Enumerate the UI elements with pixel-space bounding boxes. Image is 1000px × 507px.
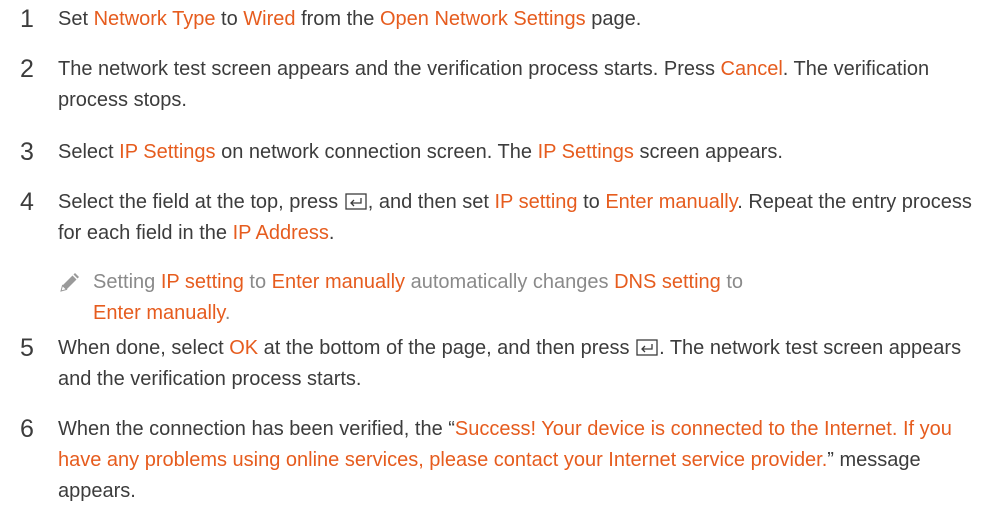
text-run: to <box>577 191 606 213</box>
step-text: Select the field at the top, press , and… <box>58 187 983 249</box>
text-run: Setting <box>93 271 161 293</box>
text-run: Set <box>58 8 94 30</box>
highlighted-term: IP setting <box>160 271 244 293</box>
step-text: Select IP Settings on network connection… <box>58 137 983 168</box>
pencil-icon <box>58 272 80 294</box>
highlighted-term: DNS setting <box>614 271 721 293</box>
text-run: page. <box>585 8 642 30</box>
text-run: The network test screen appears and the … <box>58 58 721 80</box>
step-text: The network test screen appears and the … <box>58 54 983 116</box>
highlighted-term: IP Settings <box>119 141 216 163</box>
text-run: on network connection screen. The <box>215 141 538 163</box>
highlighted-term: IP setting <box>494 191 578 213</box>
text-run: , and then set <box>367 191 495 213</box>
highlighted-term: IP Settings <box>537 141 634 163</box>
step-text: When the connection has been verified, t… <box>58 414 983 507</box>
enter-icon <box>636 335 658 356</box>
highlighted-term: Open Network Settings <box>380 8 586 30</box>
highlighted-term: Enter manually <box>271 271 406 293</box>
note-text: Setting IP setting to Enter manually aut… <box>93 267 783 329</box>
highlighted-term: Wired <box>243 8 296 30</box>
step-text: When done, select OK at the bottom of th… <box>58 333 983 395</box>
step-number: 3 <box>20 138 34 166</box>
step-number: 6 <box>20 415 34 443</box>
step-number: 1 <box>20 5 34 33</box>
text-run: Select <box>58 141 120 163</box>
text-run: . <box>328 222 335 244</box>
enter-icon <box>345 189 367 210</box>
text-run: . <box>224 302 231 324</box>
step-number: 2 <box>20 55 34 83</box>
highlighted-term: OK <box>229 337 259 359</box>
text-run: When done, select <box>58 337 230 359</box>
text-run: to <box>243 271 272 293</box>
highlighted-term: Enter manually <box>93 302 225 324</box>
highlighted-term: IP Address <box>232 222 329 244</box>
highlighted-term: Cancel <box>720 58 783 80</box>
step-text: Set Network Type to Wired from the Open … <box>58 4 983 35</box>
text-run: from the <box>295 8 380 30</box>
text-run: to <box>720 271 744 293</box>
text-run: screen appears. <box>633 141 783 163</box>
text-run: to <box>215 8 244 30</box>
text-run: Select the field at the top, press <box>58 191 344 213</box>
step-number: 4 <box>20 188 34 216</box>
step-number: 5 <box>20 334 34 362</box>
text-run: automatically changes <box>405 271 615 293</box>
text-run: at the bottom of the page, and then pres… <box>258 337 636 359</box>
highlighted-term: Enter manually <box>605 191 738 213</box>
text-run: When the connection has been verified, t… <box>58 418 455 440</box>
highlighted-term: Network Type <box>93 8 216 30</box>
